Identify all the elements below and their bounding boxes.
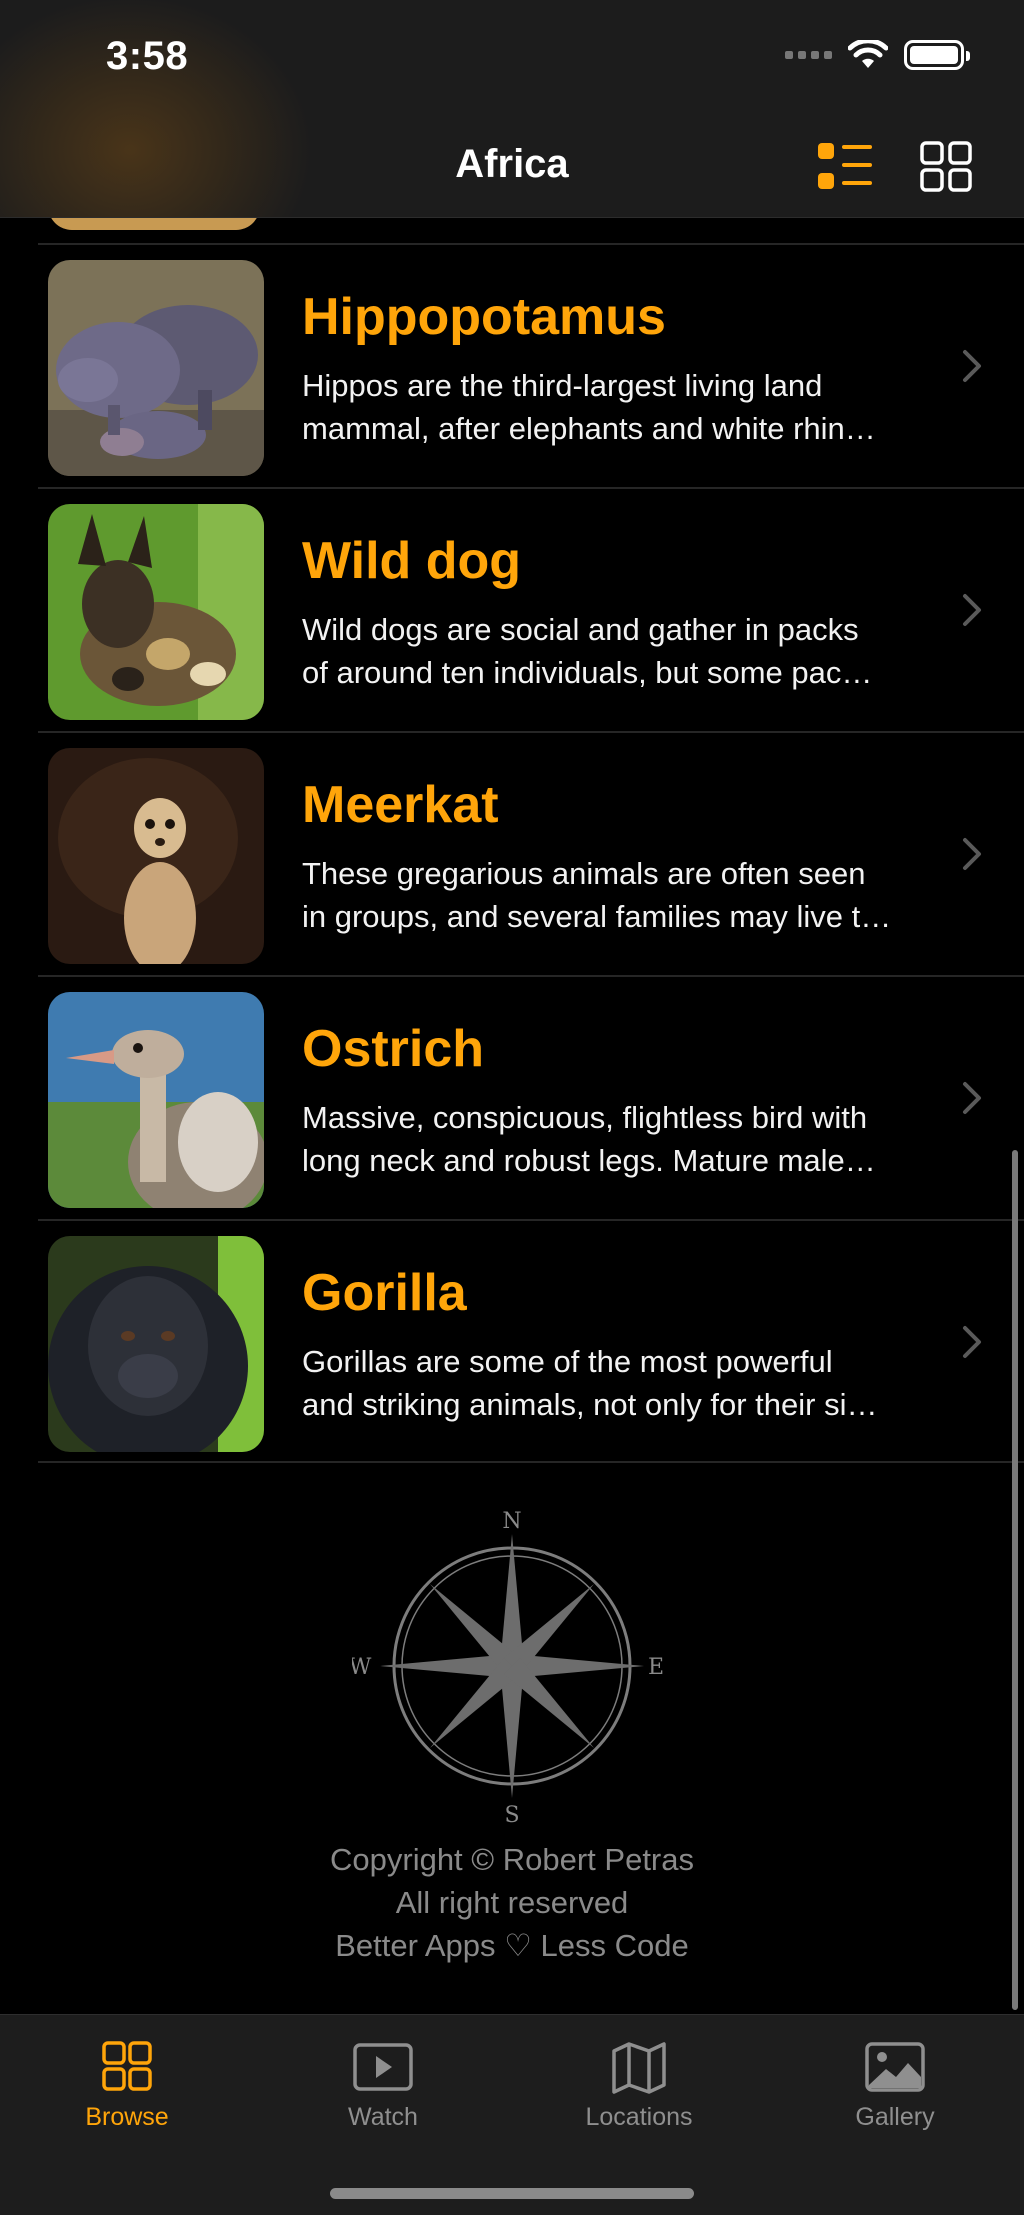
description-line: in groups, and several families may live…: [302, 899, 892, 934]
animal-name: Gorilla: [302, 1264, 467, 1322]
chevron-right-icon: [963, 1326, 981, 1358]
home-indicator[interactable]: [330, 2188, 694, 2199]
map-icon: [612, 2042, 666, 2094]
compass-east: E: [648, 1655, 664, 1680]
animal-description: Wild dogs are social and gather in packs…: [302, 608, 962, 694]
animal-list: Hippopotamus Hippos are the third-larges…: [38, 243, 1024, 1463]
description-line: These gregarious animals are often seen: [302, 856, 866, 891]
chevron-right-icon: [963, 838, 981, 870]
rights-text: All right reserved: [395, 1885, 629, 1920]
list-item-wild-dog[interactable]: Wild dog Wild dogs are social and gather…: [38, 487, 1024, 731]
compass-north: N: [502, 1509, 521, 1534]
navigation-bar: 3:58 Africa: [0, 0, 1024, 218]
animal-name: Wild dog: [302, 532, 522, 590]
list-item-meerkat[interactable]: Meerkat These gregarious animals are oft…: [38, 731, 1024, 975]
description-line: of around ten individuals, but some pac…: [302, 655, 873, 690]
ostrich-image: [48, 992, 264, 1208]
gorilla-image: [48, 1236, 264, 1452]
chevron-right-icon: [963, 594, 981, 626]
tab-label: Browse: [85, 2103, 169, 2131]
photo-icon: [865, 2042, 925, 2092]
tagline-text: Better Apps ♡ Less Code: [335, 1928, 689, 1963]
description-line: Hippos are the third-largest living land: [302, 368, 823, 403]
play-icon: [353, 2043, 413, 2091]
tab-locations[interactable]: Locations: [539, 2039, 739, 2132]
list-item-ostrich[interactable]: Ostrich Massive, conspicuous, flightless…: [38, 975, 1024, 1219]
status-time: 3:58: [106, 34, 189, 78]
list-view-icon[interactable]: [816, 140, 874, 194]
wild-dog-image: [48, 504, 264, 720]
chevron-right-icon: [963, 1082, 981, 1114]
wifi-icon: [848, 40, 888, 68]
tab-bar: Browse Watch Locations Gallery: [0, 2014, 1024, 2215]
animal-description: Massive, conspicuous, flightless bird wi…: [302, 1096, 962, 1182]
tab-watch[interactable]: Watch: [283, 2039, 483, 2132]
description-line: and striking animals, not only for their…: [302, 1387, 878, 1422]
tab-gallery[interactable]: Gallery: [795, 2039, 995, 2132]
compass-icon: N S W E: [352, 1509, 664, 1826]
list-item-gorilla[interactable]: Gorilla Gorillas are some of the most po…: [38, 1219, 1024, 1463]
tab-label: Locations: [585, 2103, 693, 2131]
grid-icon: [102, 2041, 152, 2091]
compass-west: W: [352, 1655, 372, 1680]
compass-south: S: [504, 1803, 519, 1826]
status-icons: [785, 40, 970, 70]
scrollbar[interactable]: [1012, 1150, 1018, 2010]
battery-icon: [904, 40, 970, 70]
description-line: mammal, after elephants and white rhin…: [302, 411, 876, 446]
meerkat-image: [48, 748, 264, 964]
tab-browse[interactable]: Browse: [27, 2039, 227, 2132]
list-item-hippopotamus[interactable]: Hippopotamus Hippos are the third-larges…: [38, 243, 1024, 487]
tab-label: Gallery: [855, 2103, 935, 2131]
footer: Copyright © Robert Petras All right rese…: [0, 1838, 1024, 1967]
animal-description: Hippos are the third-largest living land…: [302, 364, 962, 450]
animal-name: Meerkat: [302, 776, 499, 834]
cellular-signal-icon: [785, 51, 832, 59]
animal-name: Hippopotamus: [302, 288, 666, 346]
copyright-text: Copyright © Robert Petras: [330, 1842, 694, 1877]
animal-description: Gorillas are some of the most powerful a…: [302, 1340, 962, 1426]
description-line: Gorillas are some of the most powerful: [302, 1344, 833, 1379]
tab-label: Watch: [348, 2103, 418, 2131]
description-line: long neck and robust legs. Mature male…: [302, 1143, 876, 1178]
grid-view-icon[interactable]: [918, 140, 976, 194]
description-line: Wild dogs are social and gather in packs: [302, 612, 859, 647]
animal-description: These gregarious animals are often seen …: [302, 852, 962, 938]
animal-name: Ostrich: [302, 1020, 485, 1078]
chevron-right-icon: [963, 350, 981, 382]
hippopotamus-image: [48, 260, 264, 476]
description-line: Massive, conspicuous, flightless bird wi…: [302, 1100, 868, 1135]
